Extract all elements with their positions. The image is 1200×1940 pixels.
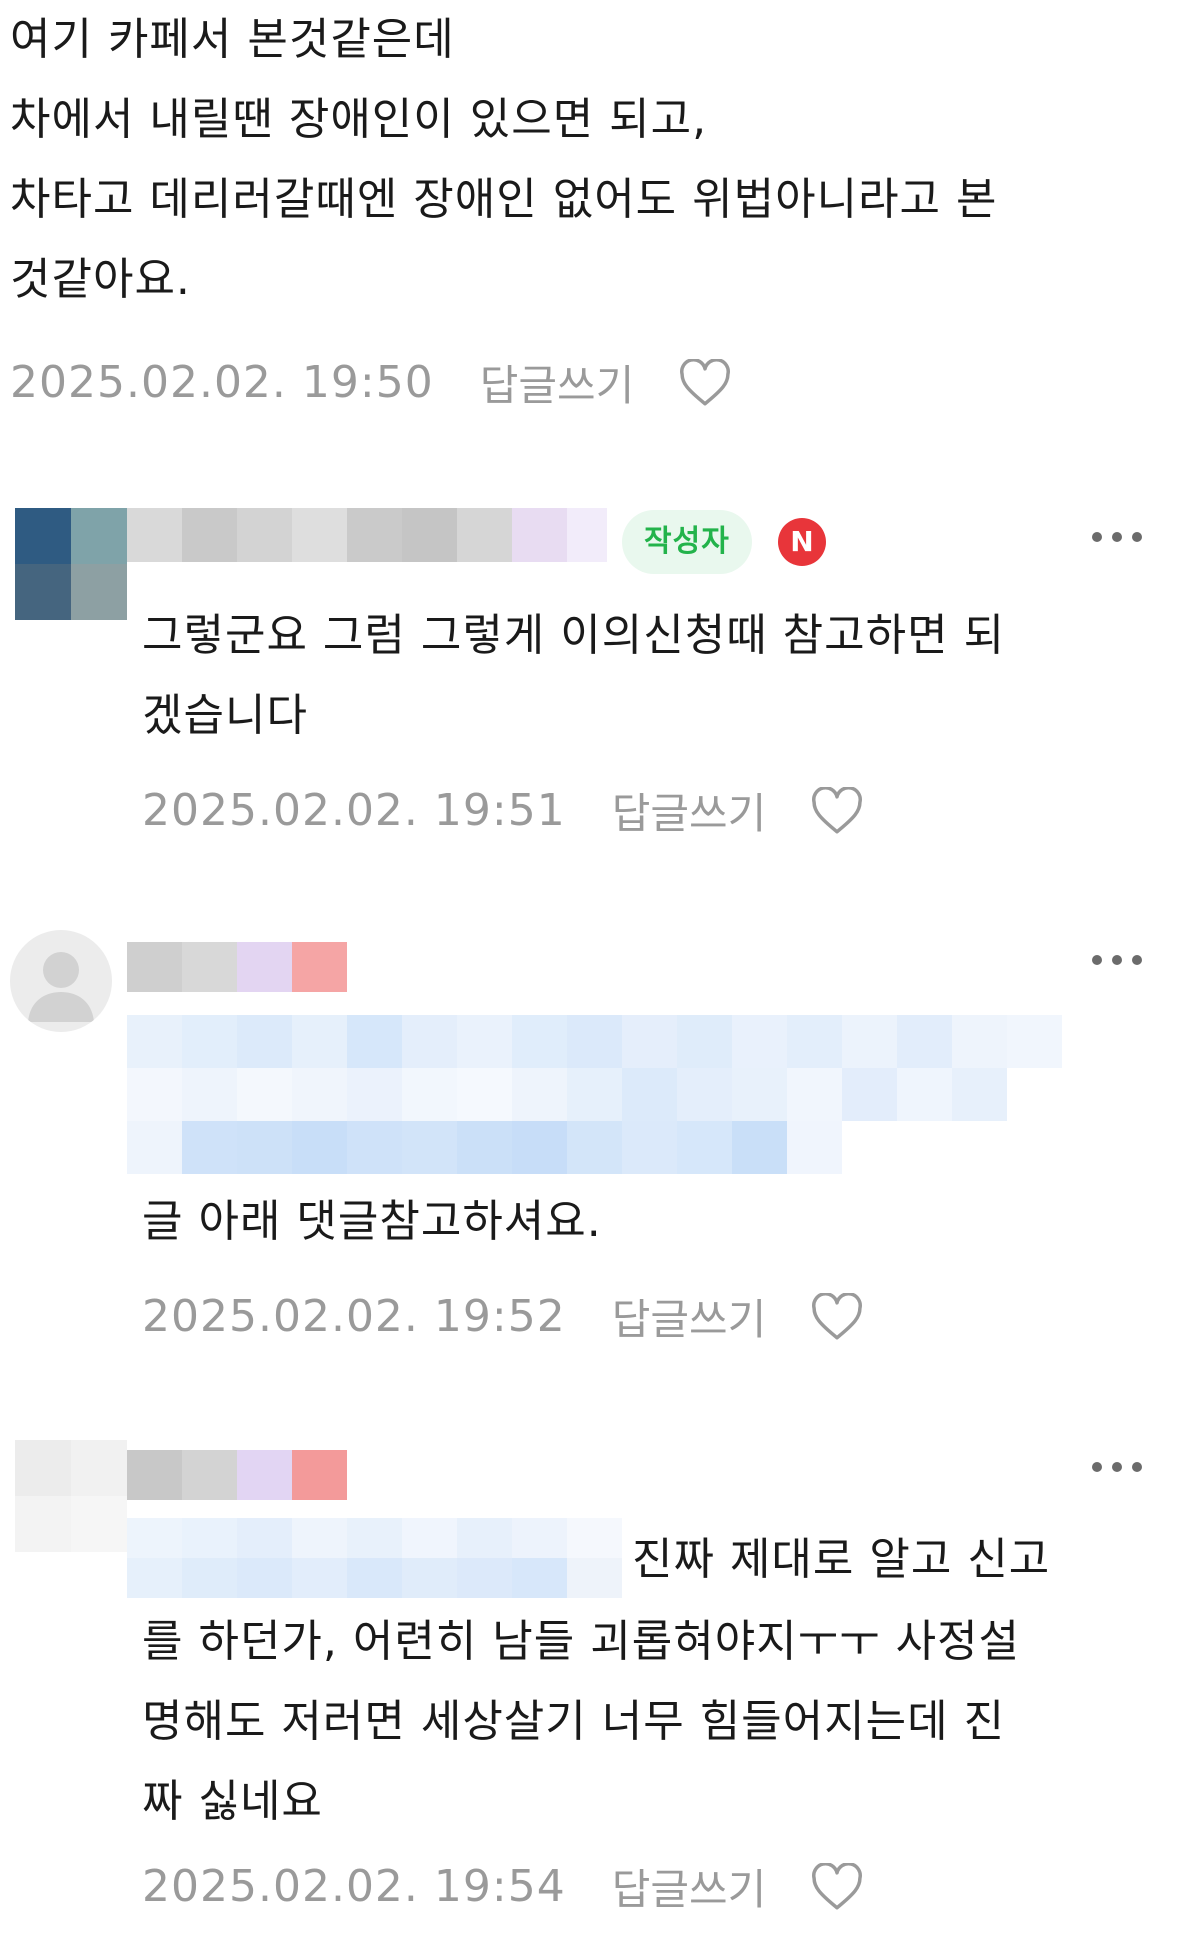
comment-3-meta: 2025.02.02. 19:52 답글쓰기	[142, 1286, 864, 1347]
comment-2-text: 그렇군요 그럼 그렇게 이의신청때 참고하면 되 겠습니다	[142, 610, 1006, 741]
more-options-icon[interactable]	[1092, 953, 1142, 967]
heart-icon[interactable]	[810, 1862, 864, 1911]
comment-date: 2025.02.02. 19:54	[142, 1861, 566, 1912]
avatar[interactable]	[15, 508, 127, 620]
comment-1-text: 여기 카페서 본것같은데 차에서 내릴땐 장애인이 있으면 되고, 차타고 데리…	[10, 14, 998, 305]
more-options-icon[interactable]	[1092, 530, 1142, 544]
heart-icon[interactable]	[810, 1292, 864, 1341]
reply-button[interactable]: 답글쓰기	[612, 1286, 767, 1347]
nickname-blurred	[127, 942, 347, 992]
comment-date: 2025.02.02. 19:52	[142, 1291, 566, 1342]
reply-button[interactable]: 답글쓰기	[612, 780, 767, 841]
default-avatar-icon[interactable]	[10, 930, 112, 1032]
new-badge: N	[778, 518, 826, 566]
comment-date: 2025.02.02. 19:50	[10, 357, 434, 408]
author-nickname-blurred	[127, 508, 607, 562]
nickname-blurred	[127, 1450, 347, 1500]
comment-date: 2025.02.02. 19:51	[142, 785, 566, 836]
blurred-text-block	[127, 1518, 627, 1598]
more-options-icon[interactable]	[1092, 1460, 1142, 1474]
heart-icon[interactable]	[810, 786, 864, 835]
comment-4-text: 를 하던가, 어련히 남들 괴롭혀야지ㅜㅜ 사정설 명해도 저러면 세상살기 너…	[142, 1616, 1021, 1827]
reply-button[interactable]: 답글쓰기	[480, 352, 635, 413]
comment-1-meta: 2025.02.02. 19:50 답글쓰기	[10, 352, 732, 413]
reply-button[interactable]: 답글쓰기	[612, 1856, 767, 1917]
comment-4-meta: 2025.02.02. 19:54 답글쓰기	[142, 1856, 864, 1917]
comment-4-text-line1: 진짜 제대로 알고 신고	[632, 1534, 1051, 1585]
comment-3-text: 글 아래 댓글참고하셔요.	[142, 1196, 602, 1247]
author-badge: 작성자	[622, 510, 752, 574]
comment-2-meta: 2025.02.02. 19:51 답글쓰기	[142, 780, 864, 841]
blurred-text-block	[127, 1015, 1122, 1175]
avatar[interactable]	[15, 1440, 127, 1552]
heart-icon[interactable]	[678, 358, 732, 407]
